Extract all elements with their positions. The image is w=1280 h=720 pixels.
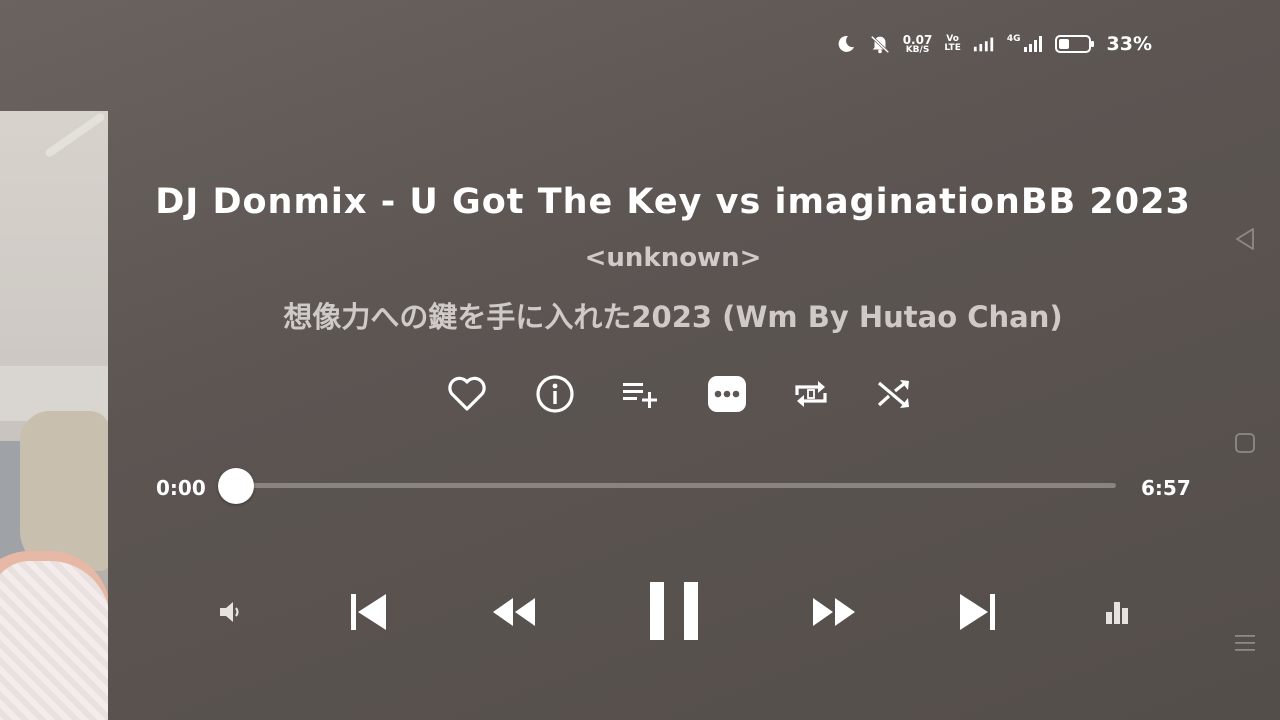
sweater: [20, 411, 108, 571]
home-nav-icon[interactable]: [1232, 430, 1258, 456]
more-icon[interactable]: [705, 372, 749, 416]
volte-indicator: Vo LTE: [944, 34, 961, 53]
song-artist: <unknown>: [584, 243, 762, 273]
rewind-button[interactable]: [490, 594, 538, 630]
progress-bar[interactable]: [236, 483, 1116, 488]
battery-icon: [1054, 34, 1095, 54]
previous-track-button[interactable]: [346, 590, 390, 634]
shuffle-icon[interactable]: [873, 372, 917, 416]
back-nav-icon[interactable]: [1232, 226, 1258, 252]
fast-forward-button[interactable]: [810, 594, 858, 630]
total-time: 6:57: [1141, 476, 1191, 500]
signal-icon: [973, 34, 995, 54]
info-icon[interactable]: [533, 372, 577, 416]
bell-muted-icon: [869, 34, 891, 54]
ceiling-fan-blade: [44, 111, 106, 159]
heart-icon[interactable]: [445, 372, 489, 416]
volume-icon[interactable]: [214, 596, 246, 628]
status-bar: 0.07 KB/S Vo LTE 4G 33%: [835, 30, 1152, 58]
progress-thumb[interactable]: [218, 468, 254, 504]
lace-fabric: [0, 561, 108, 720]
pause-button[interactable]: [642, 578, 706, 644]
repeat-one-icon[interactable]: [789, 372, 833, 416]
moon-icon: [835, 34, 857, 54]
album-art[interactable]: [0, 111, 108, 720]
song-album: 想像力への鍵を手に入れた2023 (Wm By Hutao Chan): [283, 300, 1063, 334]
action-row: [445, 372, 915, 418]
song-title: DJ Donmix - U Got The Key vs imagination…: [155, 182, 1191, 222]
equalizer-icon[interactable]: [1100, 596, 1134, 628]
current-time: 0:00: [156, 476, 206, 500]
recents-nav-icon[interactable]: [1232, 630, 1258, 656]
mobile-data-indicator: 4G: [1007, 35, 1043, 53]
battery-percentage: 33%: [1106, 33, 1152, 55]
network-speed: 0.07 KB/S: [902, 32, 933, 55]
add-to-playlist-icon[interactable]: [619, 372, 663, 416]
next-track-button[interactable]: [956, 590, 1000, 634]
